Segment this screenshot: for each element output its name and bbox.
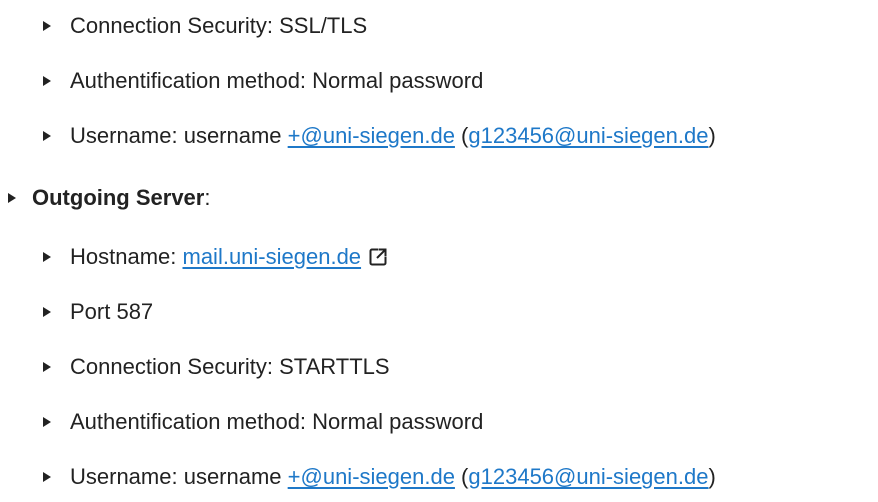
incoming-username-domain-link[interactable]: +@uni-siegen.de: [288, 123, 455, 149]
bullet-marker: [43, 237, 70, 277]
bullet-marker: [43, 6, 70, 46]
list-item-incoming-username: Username: username +@uni-siegen.de ( g12…: [43, 116, 716, 156]
incoming-auth-method-text: Authentification method: Normal password: [70, 68, 484, 93]
list-item-outgoing-connection-security: Connection Security: STARTTLS: [43, 347, 390, 387]
list-item-outgoing-username: Username: username +@uni-siegen.de ( g12…: [43, 457, 716, 497]
outgoing-port-text: Port 587: [70, 299, 154, 324]
outgoing-hostname-prefix: Hostname:: [70, 244, 183, 269]
incoming-username-example-link[interactable]: g123456@uni-siegen.de: [468, 123, 708, 149]
outgoing-auth-method-text: Authentification method: Normal password: [70, 409, 484, 434]
list-item-incoming-connection-security: Connection Security: SSL/TLS: [43, 6, 367, 46]
incoming-connection-security-text: Connection Security: SSL/TLS: [70, 13, 368, 38]
list-item-outgoing-auth-method: Authentification method: Normal password: [43, 402, 483, 442]
bullet-marker: [43, 402, 70, 442]
list-item-outgoing-port: Port 587: [43, 292, 153, 332]
incoming-username-prefix: Username: username: [70, 123, 288, 148]
outgoing-username-open-paren: (: [454, 464, 469, 489]
outgoing-username-domain-link[interactable]: +@uni-siegen.de: [288, 464, 455, 490]
outgoing-server-heading-colon: :: [204, 185, 211, 210]
incoming-username-open-paren: (: [454, 123, 469, 148]
bullet-marker: [43, 292, 70, 332]
bullet-marker: [8, 178, 32, 218]
bullet-marker: [43, 347, 70, 387]
outgoing-username-prefix: Username: username: [70, 464, 288, 489]
bullet-marker: [43, 61, 70, 101]
outgoing-server-heading: Outgoing Server: [32, 185, 205, 210]
list-item-outgoing-hostname: Hostname: mail.uni-siegen.de: [43, 237, 388, 277]
bullet-marker: [43, 116, 70, 156]
outgoing-username-example-link[interactable]: g123456@uni-siegen.de: [468, 464, 708, 490]
external-link-icon[interactable]: [369, 248, 388, 266]
bullet-marker: [43, 457, 70, 497]
list-item-outgoing-server: Outgoing Server :: [8, 178, 210, 218]
outgoing-hostname-link[interactable]: mail.uni-siegen.de: [183, 244, 362, 270]
incoming-username-close-paren: ): [708, 123, 716, 148]
outgoing-username-close-paren: ): [708, 464, 716, 489]
list-item-incoming-auth-method: Authentification method: Normal password: [43, 61, 483, 101]
outgoing-connection-security-text: Connection Security: STARTTLS: [70, 354, 390, 379]
